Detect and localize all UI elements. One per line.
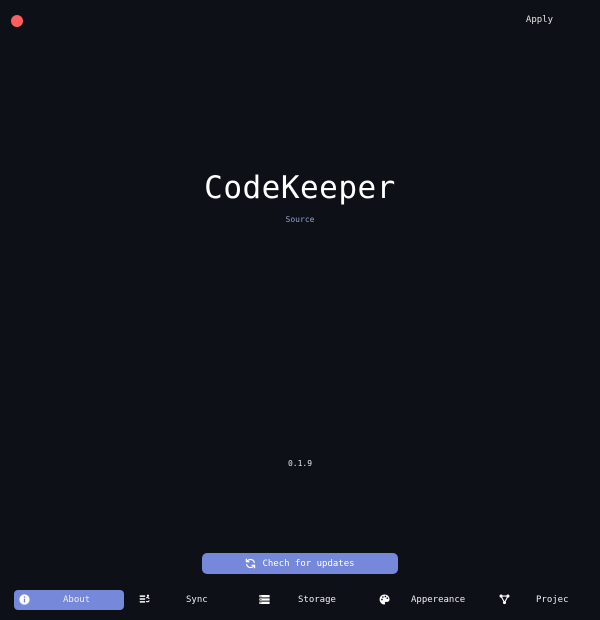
- nav-item-project[interactable]: Projec: [494, 590, 594, 610]
- check-updates-label: Chech for updates: [262, 558, 355, 569]
- nav-item-appearance[interactable]: Appereance: [374, 590, 484, 610]
- nav-item-sync[interactable]: Sync: [134, 590, 244, 610]
- source-link[interactable]: Source: [0, 215, 600, 224]
- bottom-nav: About Sync Storage Appereance Projec: [0, 590, 600, 610]
- palette-icon: [379, 594, 390, 605]
- close-button[interactable]: [11, 15, 23, 27]
- nav-label-sync: Sync: [186, 595, 208, 605]
- storage-icon: [259, 594, 270, 605]
- nav-label-project: Projec: [536, 595, 569, 605]
- nav-label-about: About: [63, 595, 91, 605]
- app-title: CodeKeeper: [204, 170, 396, 206]
- sync-icon: [139, 594, 150, 605]
- check-updates-button[interactable]: Chech for updates: [202, 553, 398, 574]
- settings-window: Apply CodeKeeper Source 0.1.9 Chech for …: [0, 0, 600, 620]
- apply-button[interactable]: Apply: [526, 15, 553, 25]
- refresh-icon: [245, 558, 256, 569]
- app-version: 0.1.9: [287, 459, 313, 468]
- nav-item-storage[interactable]: Storage: [254, 590, 364, 610]
- nav-label-storage: Storage: [298, 595, 336, 605]
- nav-label-appearance: Appereance: [411, 595, 466, 605]
- nav-item-about[interactable]: About: [14, 590, 124, 610]
- info-icon: [19, 594, 30, 605]
- project-icon: [499, 594, 510, 605]
